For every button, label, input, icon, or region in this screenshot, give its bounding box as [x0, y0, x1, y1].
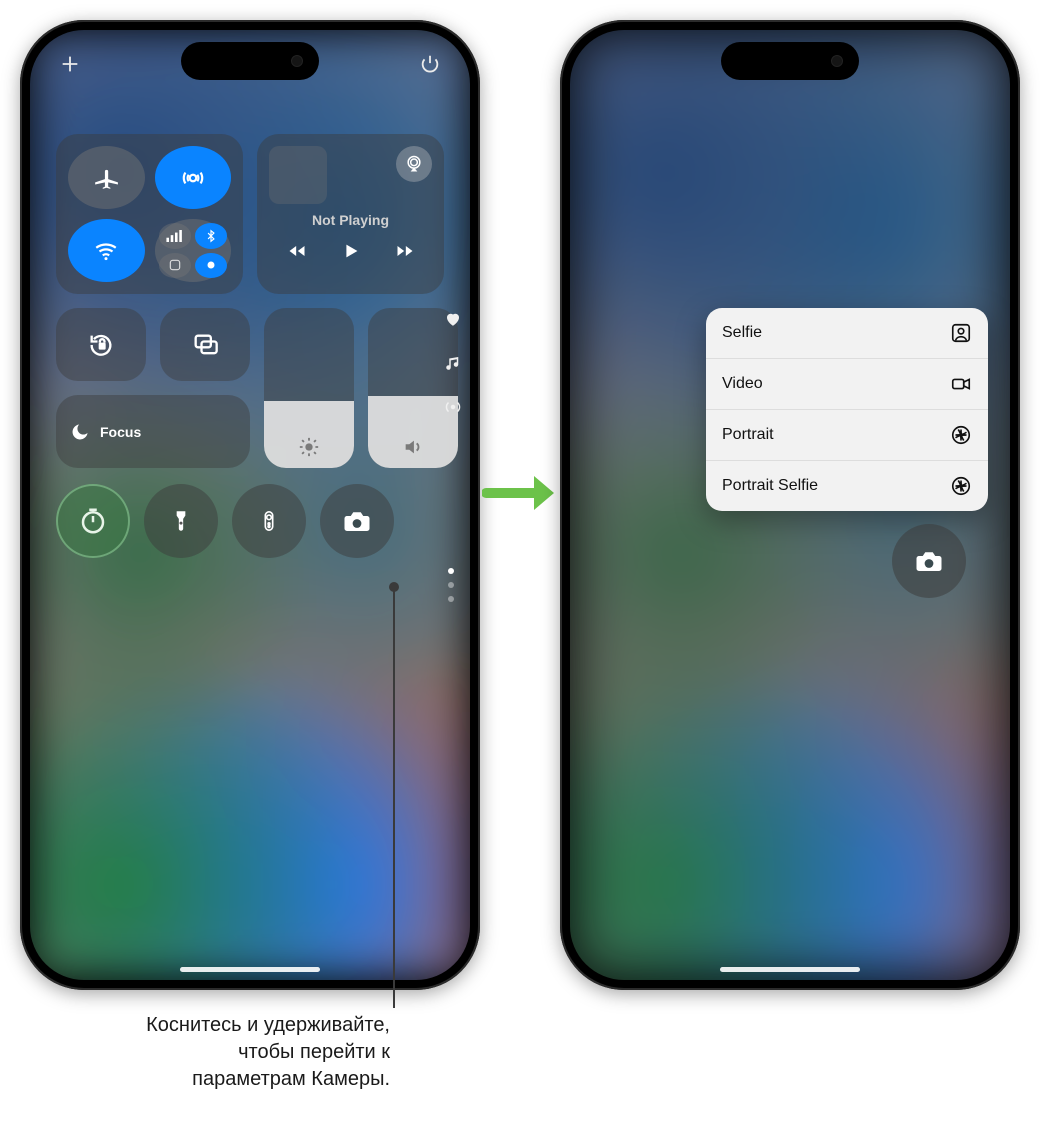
menu-item-label: Video	[722, 375, 763, 393]
callout-line: параметрам Камеры.	[30, 1066, 390, 1093]
focus-label: Focus	[100, 424, 141, 440]
play-button[interactable]	[340, 240, 362, 262]
bluetooth-icon	[195, 223, 227, 249]
dynamic-island	[721, 42, 859, 80]
speaker-icon	[402, 436, 424, 458]
phone-right: Selfie Video Portrait Portrait Selfie	[560, 20, 1020, 990]
menu-item-label: Portrait Selfie	[722, 477, 818, 495]
dynamic-island	[181, 42, 319, 80]
aperture-icon	[950, 424, 972, 446]
home-indicator[interactable]	[720, 967, 860, 972]
camera-menu-video[interactable]: Video	[706, 358, 988, 409]
album-art	[269, 146, 327, 204]
camera-button[interactable]	[892, 524, 966, 598]
orientation-lock-toggle[interactable]	[56, 308, 146, 381]
airplane-mode-toggle[interactable]	[68, 146, 145, 209]
focus-button[interactable]: Focus	[56, 395, 250, 468]
menu-item-label: Selfie	[722, 324, 762, 342]
remote-button[interactable]	[232, 484, 306, 558]
camera-menu-portrait-selfie[interactable]: Portrait Selfie	[706, 460, 988, 511]
add-control-button[interactable]	[56, 50, 84, 78]
sun-icon	[298, 436, 320, 458]
cellular-icon	[159, 223, 191, 249]
callout-caption: Коснитесь и удерживайте, чтобы перейти к…	[30, 1012, 390, 1093]
music-icon	[444, 354, 462, 372]
moon-icon	[70, 422, 90, 442]
aperture-icon	[950, 475, 972, 497]
screen-mirroring-button[interactable]	[160, 308, 250, 381]
brightness-slider[interactable]	[264, 308, 354, 468]
callout-leader-line	[393, 588, 395, 1008]
connectivity-more[interactable]	[155, 219, 232, 282]
airplay-button[interactable]	[396, 146, 432, 182]
vpn-icon	[159, 253, 191, 279]
connectivity-group[interactable]	[56, 134, 243, 294]
wifi-toggle[interactable]	[68, 219, 145, 282]
now-playing-status: Not Playing	[312, 212, 389, 228]
home-indicator[interactable]	[180, 967, 320, 972]
timer-button[interactable]	[56, 484, 130, 558]
phone-left: Not Playing	[20, 20, 480, 990]
camera-menu-portrait[interactable]: Portrait	[706, 409, 988, 460]
hotspot-icon	[444, 398, 462, 416]
flashlight-button[interactable]	[144, 484, 218, 558]
side-indicators	[444, 310, 462, 416]
transition-arrow-icon	[482, 470, 558, 516]
media-controls[interactable]: Not Playing	[257, 134, 444, 294]
airdrop-toggle[interactable]	[155, 146, 232, 209]
rewind-button[interactable]	[285, 241, 309, 261]
forward-button[interactable]	[393, 241, 417, 261]
satellite-icon	[195, 253, 227, 279]
video-icon	[950, 373, 972, 395]
camera-context-menu: Selfie Video Portrait Portrait Selfie	[706, 308, 988, 511]
person-square-icon	[950, 322, 972, 344]
camera-button[interactable]	[320, 484, 394, 558]
menu-item-label: Portrait	[722, 426, 774, 444]
heart-icon	[444, 310, 462, 328]
page-dots[interactable]	[448, 568, 454, 602]
camera-menu-selfie[interactable]: Selfie	[706, 308, 988, 358]
callout-line: Коснитесь и удерживайте,	[30, 1012, 390, 1039]
power-button[interactable]	[416, 50, 444, 78]
callout-line: чтобы перейти к	[30, 1039, 390, 1066]
